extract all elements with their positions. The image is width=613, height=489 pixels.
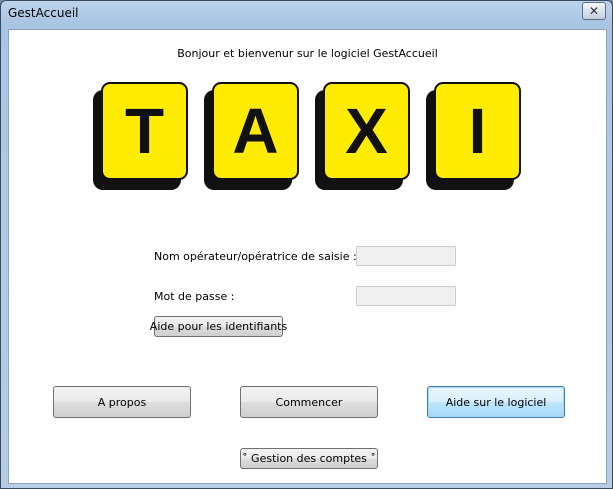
about-button[interactable]: A propos bbox=[53, 386, 191, 418]
logo-tile-x: X bbox=[315, 82, 410, 190]
close-button[interactable]: ✕ bbox=[582, 2, 606, 20]
password-input[interactable] bbox=[356, 286, 456, 306]
title-bar[interactable]: GestAccueil ✕ bbox=[1, 1, 612, 27]
welcome-text: Bonjour et bienvenur sur le logiciel Ges… bbox=[177, 47, 438, 60]
logo-letter-x: X bbox=[323, 82, 410, 180]
logo-letter-t: T bbox=[101, 82, 188, 180]
password-label: Mot de passe : bbox=[154, 290, 235, 303]
close-icon: ✕ bbox=[588, 4, 600, 18]
operator-label: Nom opérateur/opératrice de saisie : bbox=[154, 250, 357, 263]
window-title: GestAccueil bbox=[8, 6, 79, 20]
operator-input[interactable] bbox=[356, 246, 456, 266]
logo-tile-i: I bbox=[426, 82, 521, 190]
app-window: GestAccueil ✕ Bonjour et bienvenur sur l… bbox=[0, 0, 613, 489]
logo-tile-a: A bbox=[204, 82, 299, 190]
software-help-button[interactable]: Aide sur le logiciel bbox=[427, 386, 565, 418]
taxi-logo: T A X I bbox=[93, 82, 533, 200]
account-management-button[interactable]: ˚ Gestion des comptes ˚ bbox=[240, 448, 378, 469]
client-area: Bonjour et bienvenur sur le logiciel Ges… bbox=[8, 29, 607, 484]
start-button[interactable]: Commencer bbox=[240, 386, 378, 418]
logo-letter-i: I bbox=[434, 82, 521, 180]
logo-tile-t: T bbox=[93, 82, 188, 190]
logo-letter-a: A bbox=[212, 82, 299, 180]
help-credentials-button[interactable]: Aide pour les identifiants bbox=[150, 316, 287, 337]
